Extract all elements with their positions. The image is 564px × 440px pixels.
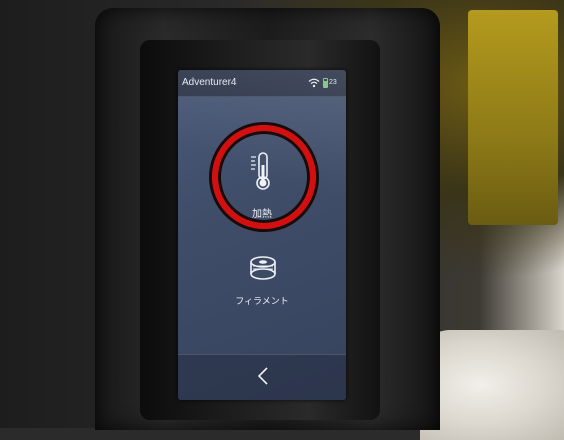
highlight-ring (212, 125, 316, 229)
filament-label: フィラメント (235, 297, 289, 307)
spool-icon (250, 256, 276, 280)
battery-icon (323, 78, 328, 88)
touch-screen: Adventurer4 23 加熱 フィラメント (178, 70, 346, 400)
background-yellow-machine (468, 10, 558, 225)
device-title: Adventurer4 (182, 77, 237, 88)
status-readout: 23 (329, 79, 337, 86)
status-bar: Adventurer4 23 (178, 70, 346, 97)
background-cloth (420, 330, 564, 440)
filament-button[interactable]: フィラメント (208, 250, 316, 320)
bottom-nav-bar (178, 354, 346, 400)
screen-glare (178, 70, 346, 400)
chevron-left-icon[interactable] (257, 367, 269, 385)
wifi-icon (308, 78, 320, 88)
